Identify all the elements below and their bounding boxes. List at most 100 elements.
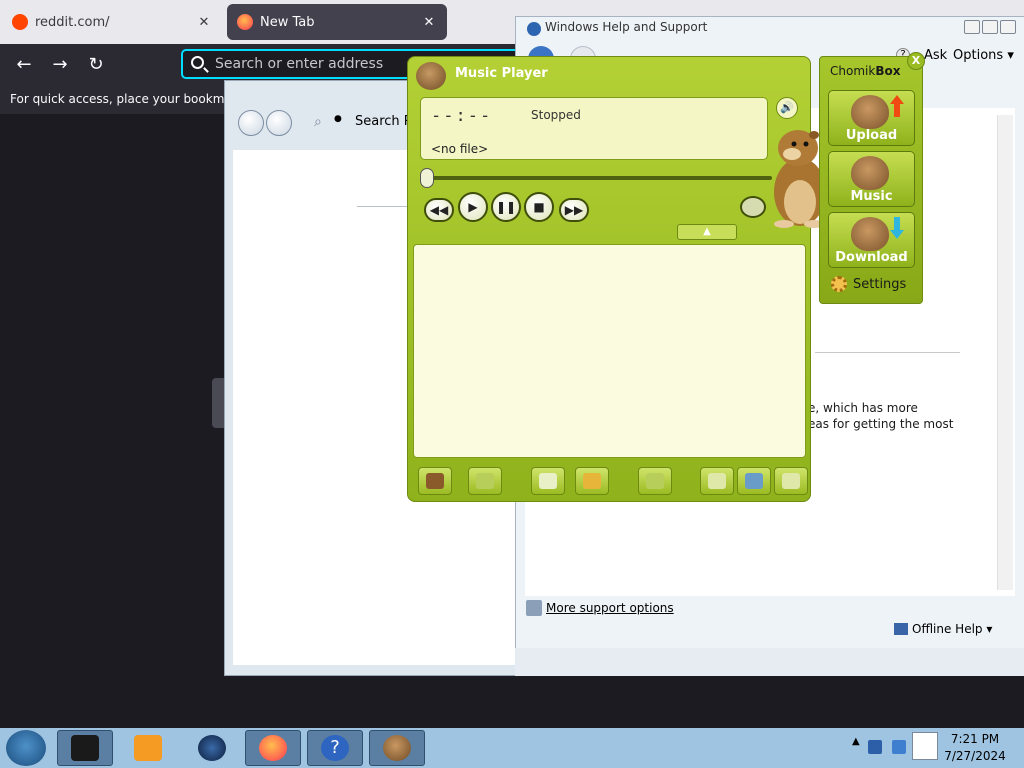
seek-bar[interactable]: [422, 176, 772, 180]
reload-icon[interactable]: ↻: [84, 54, 108, 76]
remove-icon: [476, 473, 494, 489]
add-file-button[interactable]: [531, 467, 565, 495]
side-handle: [212, 378, 224, 428]
taskbar-item-chomikbox[interactable]: [369, 730, 425, 766]
save-playlist-button[interactable]: [737, 467, 771, 495]
taskbar-item-network[interactable]: [184, 730, 240, 766]
vertical-scrollbar[interactable]: [997, 115, 1013, 590]
hamster-add-icon: [426, 473, 444, 489]
seek-knob[interactable]: [420, 168, 434, 188]
tab-label: reddit.com/: [35, 14, 110, 30]
add-hamster-button[interactable]: [418, 467, 452, 495]
taskbar-item-help[interactable]: ?: [307, 730, 363, 766]
offline-help-label: Offline Help: [912, 622, 983, 636]
more-support-label: More support options: [546, 601, 674, 615]
support-icon: [526, 600, 542, 616]
settings-button[interactable]: Settings: [831, 276, 906, 292]
remove-button[interactable]: [468, 467, 502, 495]
help-icon: [527, 22, 541, 36]
body-line: e, which has more: [808, 401, 918, 415]
options-label: Options: [953, 48, 1004, 63]
arrow-up-icon: [890, 95, 904, 117]
visualizer-icon[interactable]: [740, 196, 766, 218]
reddit-icon: [12, 14, 28, 30]
stop-button[interactable]: ■: [524, 192, 554, 222]
whs-window-title: Windows Help and Support: [545, 20, 708, 34]
new-playlist-button[interactable]: [700, 467, 734, 495]
chevron-down-icon: ▾: [982, 622, 993, 636]
clock-time[interactable]: 7:21 PM: [940, 732, 1010, 746]
close-button[interactable]: [1000, 20, 1016, 34]
download-label: Download: [835, 250, 908, 265]
close-button[interactable]: X: [907, 52, 925, 70]
offline-icon: [894, 623, 908, 635]
help-search-label[interactable]: Search R: [355, 114, 413, 129]
start-button[interactable]: [6, 730, 46, 766]
back-circle-button[interactable]: [238, 110, 264, 136]
gear-icon: [831, 276, 847, 292]
whs-body-text: e, which has more eas for getting the mo…: [808, 400, 1008, 432]
arrow-down-icon: [890, 217, 904, 239]
download-button[interactable]: Download: [828, 212, 915, 268]
tray-icon[interactable]: [868, 740, 882, 754]
clear-icon: [646, 473, 664, 489]
flag-icon[interactable]: [912, 732, 938, 760]
collapse-playlist-button[interactable]: ▲: [677, 224, 737, 240]
open-playlist-button[interactable]: [774, 467, 808, 495]
hamster-icon: [383, 735, 411, 761]
close-tab-icon[interactable]: ✕: [196, 15, 212, 30]
taskbar-item-terminal[interactable]: [57, 730, 113, 766]
hamster-icon: [851, 217, 889, 251]
open-icon: [782, 473, 800, 489]
pause-button[interactable]: ❚❚: [491, 192, 521, 222]
divider: [815, 352, 960, 353]
clock-date[interactable]: 7/27/2024: [940, 749, 1010, 763]
tab-reddit[interactable]: reddit.com/ ✕: [2, 4, 222, 40]
taskbar-item-media[interactable]: [120, 730, 176, 766]
maximize-button[interactable]: [982, 20, 998, 34]
url-placeholder: Search or enter address: [215, 56, 384, 72]
search-icon: ⌕: [314, 114, 322, 130]
close-tab-icon[interactable]: ✕: [421, 15, 437, 30]
upload-label: Upload: [845, 128, 898, 143]
network-icon[interactable]: [892, 740, 906, 754]
help-icon: ?: [321, 735, 349, 761]
ask-button[interactable]: Ask: [924, 48, 947, 63]
minimize-button[interactable]: [964, 20, 980, 34]
back-icon[interactable]: ←: [12, 54, 36, 76]
taskbar-item-firefox[interactable]: [245, 730, 301, 766]
hamster-logo-icon: [416, 62, 446, 90]
rewind-button[interactable]: ◀◀: [424, 198, 454, 222]
music-button[interactable]: Music: [828, 151, 915, 207]
forward-circle-button[interactable]: [266, 110, 292, 136]
playlist-area[interactable]: [413, 244, 806, 458]
clear-list-button[interactable]: [638, 467, 672, 495]
add-file-icon: [539, 473, 557, 489]
tray-expand-icon[interactable]: ▲: [852, 736, 860, 747]
play-button[interactable]: ▶: [458, 192, 488, 222]
save-icon: [745, 473, 763, 489]
more-support-link[interactable]: More support options: [526, 600, 674, 616]
body-line: eas for getting the most: [808, 417, 954, 431]
current-file: <no file>: [431, 142, 489, 156]
page-icon: [708, 473, 726, 489]
upload-button[interactable]: Upload: [828, 90, 915, 146]
offline-help-menu[interactable]: Offline Help ▾: [894, 622, 992, 636]
globe-icon: [198, 735, 226, 761]
volume-icon[interactable]: 🔊: [776, 97, 798, 119]
chevron-down-icon: ▾: [1007, 48, 1014, 63]
options-menu[interactable]: Options ▾: [953, 48, 1014, 63]
fast-forward-button[interactable]: ▶▶: [559, 198, 589, 222]
firefox-icon: [237, 14, 253, 30]
whs-status-bar: [515, 648, 1024, 676]
media-player-icon: [134, 735, 162, 761]
title-bold: Box: [875, 64, 901, 78]
forward-icon[interactable]: →: [48, 54, 72, 76]
add-folder-icon: [583, 473, 601, 489]
playback-status: Stopped: [531, 108, 581, 122]
search-icon: [191, 56, 204, 69]
music-player-title: Music Player: [455, 66, 548, 81]
add-folder-button[interactable]: [575, 467, 609, 495]
time-readout: --:--: [431, 106, 493, 126]
tab-new-tab[interactable]: New Tab ✕: [227, 4, 447, 40]
